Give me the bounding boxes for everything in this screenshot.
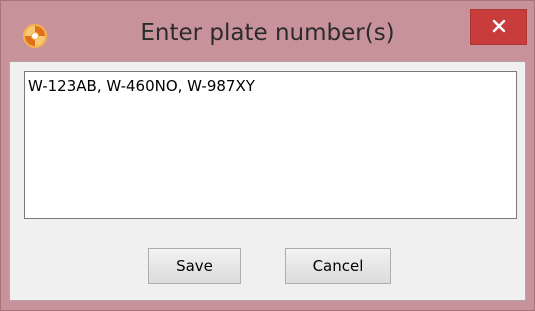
plate-numbers-input[interactable]: W-123AB, W-460NO, W-987XY bbox=[24, 71, 517, 219]
cancel-button[interactable]: Cancel bbox=[285, 248, 391, 284]
save-button[interactable]: Save bbox=[148, 248, 241, 284]
dialog-window: Enter plate number(s) W-123AB, W-460NO, … bbox=[0, 0, 535, 311]
window-title: Enter plate number(s) bbox=[140, 20, 395, 46]
close-icon bbox=[492, 18, 506, 37]
orange-swirl-icon bbox=[22, 23, 48, 49]
close-button[interactable] bbox=[470, 9, 527, 45]
dialog-body: W-123AB, W-460NO, W-987XY Save Cancel bbox=[9, 61, 526, 301]
title-bar[interactable]: Enter plate number(s) bbox=[1, 1, 534, 65]
